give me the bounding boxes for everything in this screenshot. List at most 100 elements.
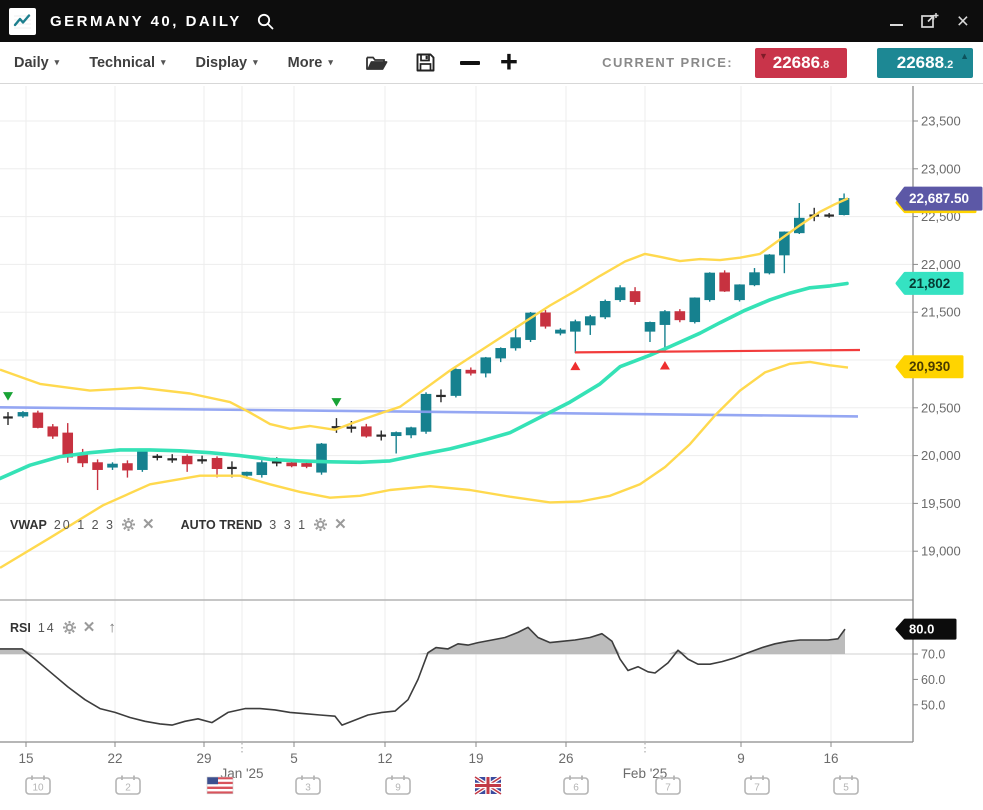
rsi-settings-gear-icon[interactable] (63, 621, 76, 634)
auto-trend-resistance-line[interactable] (575, 350, 860, 352)
candle[interactable] (630, 287, 640, 305)
event-date-number: 10 (32, 783, 44, 794)
candle[interactable] (317, 443, 327, 475)
date-tick-label: 5 (290, 751, 298, 766)
chevron-down-icon: ▾ (161, 57, 166, 68)
rsi-line[interactable] (0, 627, 845, 725)
vwap-remove-icon[interactable]: ✕ (142, 517, 155, 532)
economic-event-calendar-icon[interactable]: 9 (386, 776, 410, 795)
candle[interactable] (138, 450, 148, 472)
chevron-down-icon: ▾ (328, 57, 333, 68)
candle[interactable] (466, 367, 476, 375)
economic-event-calendar-icon[interactable]: 7 (745, 776, 769, 795)
uk-flag-icon[interactable] (475, 777, 501, 794)
menu-technical[interactable]: Technical ▾ (89, 55, 165, 71)
price-tag-band-text: 20,930 (909, 359, 950, 374)
rsi-move-up-icon[interactable]: ↑ (108, 619, 116, 636)
economic-event-calendar-icon[interactable]: 6 (564, 776, 588, 795)
popout-icon[interactable] (920, 12, 940, 30)
chevron-down-icon: ▾ (55, 57, 60, 68)
candle[interactable] (585, 315, 595, 335)
menu-timeframe-label: Daily (14, 55, 49, 71)
events-row: 10 2 3 9 6 7 7 5 (26, 776, 858, 795)
economic-event-calendar-icon[interactable]: 10 (26, 776, 50, 795)
candle[interactable] (391, 432, 401, 454)
candle[interactable] (257, 460, 267, 477)
vwap-label: VWAP (10, 518, 47, 532)
title-bar: GERMANY 40, DAILY × (0, 0, 983, 42)
event-date-number: 7 (665, 783, 671, 794)
candle[interactable] (362, 424, 372, 438)
candle[interactable] (436, 389, 446, 402)
date-tick-label: 16 (823, 751, 838, 766)
price-tag-last: 22,687.50 (897, 188, 981, 209)
candle[interactable] (108, 462, 118, 470)
candle[interactable] (182, 454, 192, 471)
rsi-remove-icon[interactable]: ✕ (83, 620, 96, 635)
save-icon[interactable] (415, 52, 436, 73)
rsi-overbought-fill (0, 627, 845, 654)
auto-trend-remove-icon[interactable]: ✕ (334, 517, 347, 532)
candle[interactable] (212, 456, 222, 477)
candle[interactable] (645, 322, 655, 342)
vwap-params: 20 1 2 3 (54, 518, 115, 532)
candle[interactable] (690, 297, 700, 323)
price-axis-label: 20,500 (921, 400, 961, 415)
candle[interactable] (481, 357, 491, 377)
economic-event-calendar-icon[interactable]: 3 (296, 776, 320, 795)
minimize-icon[interactable] (890, 24, 903, 26)
candle[interactable] (556, 328, 566, 335)
indicator-row-vwap: VWAP 20 1 2 3 ✕ AUTO TREND 3 3 1 ✕ (10, 517, 347, 532)
candle[interactable] (675, 309, 685, 322)
economic-event-calendar-icon[interactable]: 2 (116, 776, 140, 795)
chart-toolbar: Daily ▾ Technical ▾ Display ▾ More ▾ (0, 42, 983, 84)
menu-display[interactable]: Display ▾ (196, 55, 258, 71)
sell-price-badge[interactable]: ▼ 22686.8 (755, 48, 847, 78)
menu-more[interactable]: More ▾ (288, 55, 333, 71)
price-tag-vwap: 21,802 (897, 273, 962, 293)
zoom-out-icon[interactable] (460, 61, 480, 65)
candle[interactable] (600, 300, 610, 320)
candle[interactable] (197, 456, 207, 464)
economic-event-calendar-icon[interactable]: 5 (834, 776, 858, 795)
candle[interactable] (570, 320, 580, 370)
candle[interactable] (705, 272, 715, 301)
buy-price-badge[interactable]: 22688.2 ▲ (877, 48, 973, 78)
vwap-center-line[interactable] (0, 284, 847, 479)
candle[interactable] (123, 460, 133, 477)
close-icon[interactable]: × (957, 11, 969, 32)
candle[interactable] (765, 254, 775, 274)
candle[interactable] (735, 284, 745, 301)
menu-timeframe[interactable]: Daily ▾ (14, 55, 59, 71)
price-axis-label: 23,500 (921, 114, 961, 129)
candle[interactable] (541, 310, 551, 329)
candle[interactable] (615, 285, 625, 302)
search-icon[interactable] (256, 12, 275, 31)
buy-signal-triangle-icon (660, 361, 670, 370)
auto-trend-params: 3 3 1 (269, 518, 307, 532)
candle[interactable] (48, 424, 58, 439)
candle[interactable] (93, 459, 103, 490)
chart-canvas[interactable]: 23,50023,00022,50022,00021,50021,00020,5… (0, 84, 983, 810)
candle[interactable] (451, 368, 461, 397)
candle[interactable] (750, 268, 760, 286)
price-axis-label: 22,000 (921, 257, 961, 272)
economic-event-calendar-icon[interactable]: 7 (656, 776, 680, 795)
window-title: GERMANY 40, DAILY (50, 13, 242, 30)
candle[interactable] (839, 193, 849, 215)
price-axis-label: 19,000 (921, 544, 961, 559)
us-flag-icon[interactable] (207, 777, 233, 794)
date-tick-label: 15 (18, 751, 33, 766)
open-folder-icon[interactable] (365, 53, 389, 73)
event-date-number: 7 (754, 783, 760, 794)
auto-trend-settings-gear-icon[interactable] (314, 518, 327, 531)
rsi-params: 14 (38, 621, 56, 635)
candle[interactable] (660, 310, 670, 369)
candle[interactable] (406, 427, 416, 438)
candle[interactable] (720, 270, 730, 292)
candle[interactable] (153, 454, 163, 460)
vwap-settings-gear-icon[interactable] (122, 518, 135, 531)
date-tick-label: 12 (377, 751, 392, 766)
rsi-label: RSI (10, 621, 31, 635)
candle[interactable] (33, 411, 43, 429)
